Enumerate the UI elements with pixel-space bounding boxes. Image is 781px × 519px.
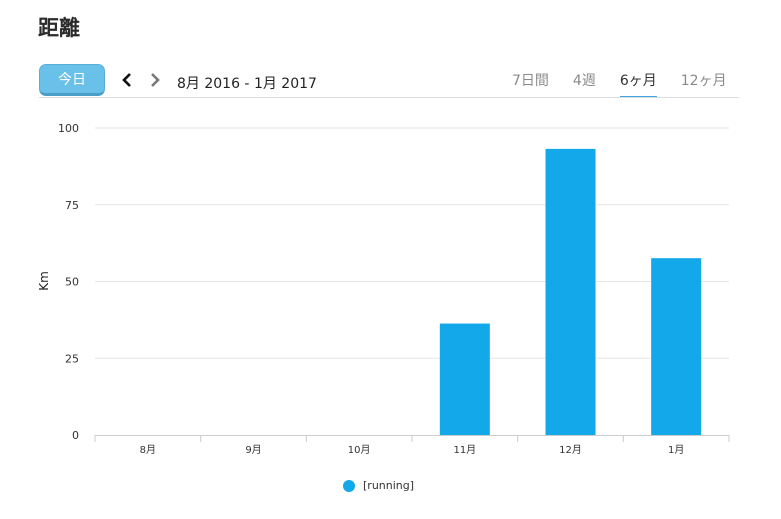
x-tick-label: 12月 (559, 444, 582, 456)
legend-marker (343, 479, 355, 492)
bar (651, 258, 702, 435)
x-tick-label: 8月 (140, 444, 156, 456)
x-tick-label: 9月 (245, 444, 261, 456)
bar (545, 148, 596, 435)
x-tick-label: 1月 (668, 444, 684, 456)
x-tick-label: 11月 (453, 444, 476, 456)
y-tick-label: 100 (58, 122, 79, 135)
y-tick-label: 0 (72, 429, 79, 442)
x-tick-label: 10月 (348, 444, 371, 456)
legend-label[interactable]: [running] (363, 479, 414, 492)
bar (439, 323, 490, 435)
y-tick-label: 50 (65, 276, 79, 289)
y-tick-label: 75 (65, 199, 79, 212)
bar-chart: 0 25 50 75 100 Km 8月 9月 10月 11月 12月 1月 (37, 122, 730, 456)
y-axis-label: Km (37, 271, 51, 291)
chart-legend: [running] (343, 479, 414, 492)
y-tick-label: 25 (65, 352, 79, 365)
